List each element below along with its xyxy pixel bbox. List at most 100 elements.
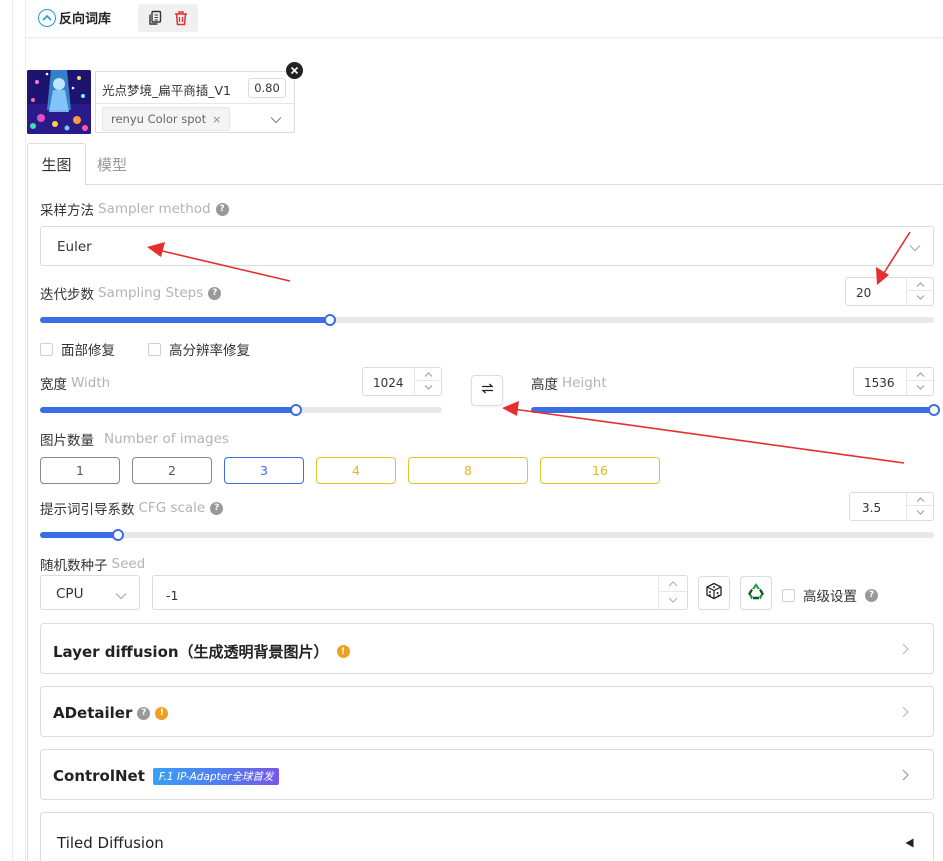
sampler-select[interactable]: Euler xyxy=(40,226,934,266)
layer-diffusion-label: Layer diffusion（生成透明背景图片） xyxy=(53,643,329,661)
cfg-input[interactable]: 3.5 xyxy=(849,492,934,521)
steps-slider[interactable] xyxy=(40,314,934,326)
lora-trigger-tag-text: renyu Color spot xyxy=(111,112,207,126)
steps-input[interactable]: 20 xyxy=(845,277,934,306)
chevron-down-icon[interactable] xyxy=(270,113,282,128)
negative-prompt-bar: 反向词库 xyxy=(26,0,943,38)
close-icon[interactable] xyxy=(286,62,303,79)
tab-generate[interactable]: 生图 xyxy=(27,143,86,185)
spin-up-icon[interactable] xyxy=(907,493,933,506)
spin-up-icon[interactable] xyxy=(907,278,933,291)
lora-trigger-tag[interactable]: renyu Color spot × xyxy=(102,107,231,131)
triangle-left-icon xyxy=(905,837,914,852)
height-slider-handle[interactable] xyxy=(928,404,940,416)
spin-up-icon[interactable] xyxy=(659,576,687,592)
width-label-en: Width xyxy=(71,375,111,391)
layer-diffusion-panel[interactable]: Layer diffusion（生成透明背景图片） ! xyxy=(40,623,934,674)
height-label-cn: 高度 xyxy=(531,377,558,393)
lora-divider xyxy=(96,103,294,104)
help-icon[interactable]: ? xyxy=(210,501,224,515)
help-icon[interactable]: ? xyxy=(137,706,151,720)
steps-spinner xyxy=(906,278,933,305)
chevron-right-icon xyxy=(902,643,909,659)
spin-up-icon[interactable] xyxy=(907,368,933,381)
width-slider[interactable] xyxy=(40,404,442,416)
dice-icon xyxy=(705,582,723,604)
seed-spinner xyxy=(658,576,687,609)
height-label: 高度 Height xyxy=(531,373,607,393)
seed-input[interactable]: -1 xyxy=(152,575,688,610)
cfg-spinner xyxy=(906,493,933,520)
annotation-arrow-swap xyxy=(512,408,905,464)
num-images-option-1[interactable]: 1 xyxy=(40,457,120,484)
height-slider-fill xyxy=(531,407,934,413)
spin-down-icon[interactable] xyxy=(659,592,687,608)
advanced-settings-label: 高级设置 xyxy=(803,589,857,605)
width-label: 宽度 Width xyxy=(40,373,110,393)
outer-left-border xyxy=(12,0,13,861)
negative-library-label: 反向词库 xyxy=(59,12,112,27)
help-icon[interactable]: ? xyxy=(215,202,229,216)
adetailer-panel[interactable]: ADetailer ? ! xyxy=(40,686,934,737)
steps-label-en: Sampling Steps xyxy=(98,285,204,301)
tiled-diffusion-panel[interactable]: Tiled Diffusion xyxy=(40,812,934,861)
cfg-slider-handle[interactable] xyxy=(111,529,124,541)
tiled-diffusion-title: Tiled Diffusion xyxy=(57,834,164,852)
cfg-slider-fill xyxy=(40,532,118,538)
hires-fix-checkbox[interactable]: 高分辨率修复 xyxy=(148,339,250,359)
steps-slider-handle[interactable] xyxy=(323,314,336,326)
spin-down-icon[interactable] xyxy=(415,381,441,394)
face-restore-checkbox[interactable]: 面部修复 xyxy=(40,339,115,359)
num-images-option-4[interactable]: 4 xyxy=(316,457,396,484)
reuse-seed-button[interactable] xyxy=(740,576,772,610)
height-spinner xyxy=(906,368,933,395)
chevron-down-icon xyxy=(909,241,921,256)
trash-icon[interactable] xyxy=(170,7,192,29)
steps-slider-fill xyxy=(40,317,330,323)
width-label-cn: 宽度 xyxy=(40,377,67,393)
height-input[interactable]: 1536 xyxy=(853,367,934,396)
copy-icon[interactable] xyxy=(144,7,166,29)
layer-diffusion-title: Layer diffusion（生成透明背景图片） ! xyxy=(53,641,350,662)
help-icon[interactable]: ? xyxy=(208,286,222,300)
spin-down-icon[interactable] xyxy=(907,291,933,304)
lora-weight-input[interactable]: 0.80 xyxy=(248,78,286,98)
steps-value: 20 xyxy=(856,286,872,300)
width-input[interactable]: 1024 xyxy=(362,367,442,396)
num-images-option-8[interactable]: 8 xyxy=(408,457,528,484)
warning-icon: ! xyxy=(155,706,169,720)
checkbox-box xyxy=(782,588,795,602)
tabs-divider xyxy=(85,184,943,185)
seed-value: -1 xyxy=(166,588,179,603)
spin-down-icon[interactable] xyxy=(907,506,933,519)
width-slider-handle[interactable] xyxy=(289,404,302,416)
num-images-label-cn: 图片数量 xyxy=(40,433,94,449)
controlnet-label: ControlNet xyxy=(53,767,145,785)
num-images-option-16[interactable]: 16 xyxy=(540,457,660,484)
panel-left-border xyxy=(27,185,28,861)
tag-remove-icon[interactable]: × xyxy=(212,113,221,126)
help-icon[interactable]: ? xyxy=(865,588,878,602)
lora-thumbnail[interactable] xyxy=(27,70,91,134)
height-label-en: Height xyxy=(562,375,607,391)
checkbox-box xyxy=(148,342,161,356)
random-seed-button[interactable] xyxy=(698,576,730,610)
height-slider[interactable] xyxy=(531,404,940,416)
spin-down-icon[interactable] xyxy=(907,381,933,394)
tiled-diffusion-label: Tiled Diffusion xyxy=(57,834,164,852)
advanced-settings-checkbox[interactable]: 高级设置 ? xyxy=(782,585,878,605)
swap-dimensions-button[interactable] xyxy=(471,375,503,406)
seed-device-select[interactable]: CPU xyxy=(40,575,140,610)
tab-model[interactable]: 模型 xyxy=(97,154,127,175)
cfg-slider[interactable] xyxy=(40,529,934,541)
sampler-label-cn: 采样方法 xyxy=(40,203,94,219)
seed-device-value: CPU xyxy=(56,586,84,602)
num-images-option-2[interactable]: 2 xyxy=(132,457,212,484)
controlnet-panel[interactable]: ControlNet F.1 IP-Adapter全球首发 xyxy=(40,749,934,800)
height-value: 1536 xyxy=(864,376,895,390)
num-images-option-3[interactable]: 3 xyxy=(224,457,304,484)
negative-library-toggle[interactable]: 反向词库 xyxy=(38,8,111,27)
seed-label: 随机数种子 Seed xyxy=(40,554,145,574)
chevron-right-icon xyxy=(902,769,909,785)
spin-up-icon[interactable] xyxy=(415,368,441,381)
